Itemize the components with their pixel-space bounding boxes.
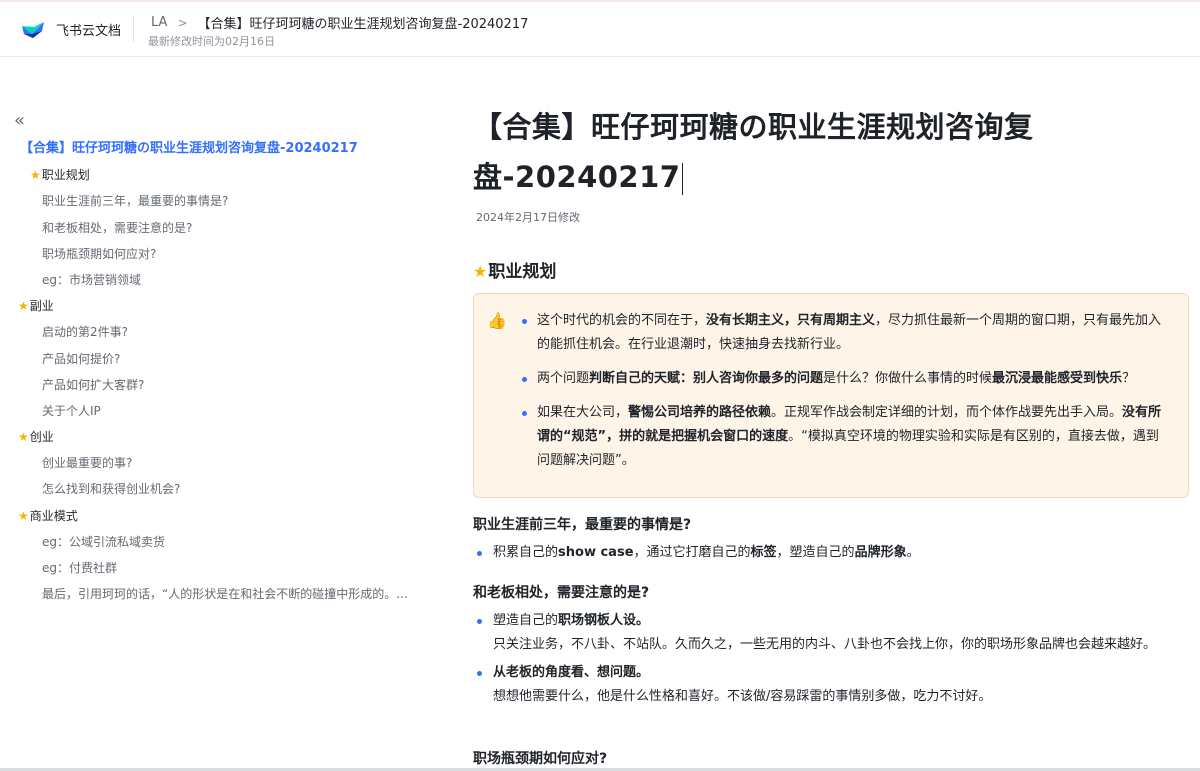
toc-item[interactable]: 创业最重要的事? bbox=[18, 454, 438, 480]
callout-bold-text: 没有长期主义，只有周期主义 bbox=[706, 313, 876, 328]
body-text: 塑造自己的 bbox=[493, 613, 559, 628]
chevron-right-icon: > bbox=[177, 15, 188, 30]
star-icon: ★ bbox=[18, 508, 29, 523]
section-subheading: 和老板相处，需要注意的是? bbox=[473, 585, 650, 601]
title-line-1: 【合集】旺仔珂珂糖の职业生涯规划咨询复 bbox=[473, 110, 1034, 144]
toc-item[interactable]: 关于个人IP bbox=[18, 402, 438, 428]
star-icon: ★ bbox=[18, 299, 29, 314]
header-divider bbox=[133, 16, 134, 42]
bold-text: 标签 bbox=[750, 545, 777, 560]
list-item-detail: 只关注业务，不八卦、不站队。久而久之，一些无用的内斗、八卦也不会找上你，你的职场… bbox=[493, 637, 1157, 652]
body-text: 。 bbox=[906, 545, 920, 560]
callout-text: ？ bbox=[1122, 371, 1136, 386]
section-first-three-years: 职业生涯前三年，最重要的事情是? 积累自己的show case，通过它打磨自己的… bbox=[473, 515, 1189, 569]
list-item: 从老板的角度看、想问题。想想他需要什么，他是什么性格和喜好。不该做/容易踩雷的事… bbox=[473, 661, 1189, 709]
toc-item-doc-title[interactable]: 【合集】旺仔珂珂糖の职业生涯规划咨询复盘-20240217 bbox=[18, 140, 438, 166]
toc-item-label: 创业 bbox=[29, 430, 54, 445]
toc-item-side-business[interactable]: ★副业 bbox=[18, 297, 438, 323]
star-icon: ★ bbox=[30, 168, 41, 183]
toc-item[interactable]: 产品如何提价? bbox=[18, 350, 438, 376]
text-cursor bbox=[682, 163, 684, 195]
toc-item[interactable]: 和老板相处，需要注意的是? bbox=[18, 219, 438, 245]
body-text: 。 bbox=[636, 665, 650, 680]
callout-text: 是什么？你做什么事情的时候 bbox=[823, 371, 993, 386]
callout-text: 如果在大公司， bbox=[537, 405, 629, 420]
section-heading-label: 职业规划 bbox=[488, 262, 557, 282]
toc-item[interactable]: 怎么找到和获得创业机会? bbox=[18, 480, 438, 506]
section-subheading: 职场瓶颈期如何应对? bbox=[473, 751, 608, 767]
toc-item[interactable]: 最后，引用珂珂的话，“人的形状是在和社会不断的碰撞中形成的。... bbox=[18, 585, 438, 611]
toc-item-startup[interactable]: ★创业 bbox=[18, 428, 438, 454]
bullet-list: 积累自己的show case，通过它打磨自己的标签，塑造自己的品牌形象。 bbox=[473, 541, 1189, 565]
toc-item-label: 商业模式 bbox=[29, 508, 78, 523]
toc-item-career-planning[interactable]: ★职业规划 bbox=[18, 166, 438, 192]
callout-text: 。正规军作战会制定详细的计划，而个体作战要先出手入局。 bbox=[771, 405, 1123, 420]
list-item: 积累自己的show case，通过它打磨自己的标签，塑造自己的品牌形象。 bbox=[473, 541, 1189, 565]
breadcrumb-current-doc[interactable]: 【合集】旺仔珂珂糖の职业生涯规划咨询复盘-20240217 bbox=[198, 13, 529, 32]
section-career-bottleneck: 职场瓶颈期如何应对? bbox=[473, 749, 1189, 769]
toc-item[interactable]: eg：公域引流私域卖货 bbox=[18, 533, 438, 559]
callout-bold-text: 最沉浸最能感受到快乐 bbox=[992, 371, 1123, 386]
bold-text: 品牌形象 bbox=[854, 545, 907, 560]
section-subheading: 职业生涯前三年，最重要的事情是? bbox=[473, 517, 692, 533]
section-working-with-boss: 和老板相处，需要注意的是? 塑造自己的职场钢板人设。 只关注业务，不八卦、不站队。… bbox=[473, 583, 1189, 713]
toc-item[interactable]: 启动的第2件事? bbox=[18, 323, 438, 349]
document-body: 【合集】旺仔珂珂糖の职业生涯规划咨询复 盘-20240217 2024年2月17… bbox=[473, 102, 1189, 767]
brand[interactable]: 飞书云文档 bbox=[20, 17, 121, 41]
last-modified-text: 最新修改时间为02月16日 bbox=[148, 35, 275, 48]
bullet-list: 塑造自己的职场钢板人设。 只关注业务，不八卦、不站队。久而久之，一些无用的内斗、八… bbox=[473, 609, 1189, 709]
callout-text: 两个问题 bbox=[537, 371, 590, 386]
feishu-logo-icon bbox=[22, 22, 44, 38]
callout-list: 这个时代的机会的不同在于，没有长期主义，只有周期主义，尽力抓住最新一个周期的窗口… bbox=[518, 309, 1168, 483]
toc-item[interactable]: eg：市场营销领域 bbox=[18, 271, 438, 297]
toc-item-business-model[interactable]: ★商业模式 bbox=[18, 507, 438, 533]
toc-item-label: 副业 bbox=[29, 299, 54, 314]
section-heading: ★职业规划 bbox=[473, 257, 556, 282]
callout-block: 👍 这个时代的机会的不同在于，没有长期主义，只有周期主义，尽力抓住最新一个周期的… bbox=[473, 293, 1189, 498]
callout-text: 这个时代的机会的不同在于， bbox=[537, 313, 707, 328]
table-of-contents: 【合集】旺仔珂珂糖の职业生涯规划咨询复盘-20240217 ★职业规划 职业生涯… bbox=[18, 140, 438, 611]
top-header: 飞书云文档 LA > 【合集】旺仔珂珂糖の职业生涯规划咨询复盘-20240217… bbox=[0, 0, 1200, 57]
body-text: ，通过它打磨自己的 bbox=[633, 545, 751, 560]
star-icon: ★ bbox=[18, 430, 29, 445]
title-line-2: 盘-20240217 bbox=[473, 160, 681, 194]
list-item: 这个时代的机会的不同在于，没有长期主义，只有周期主义，尽力抓住最新一个周期的窗口… bbox=[518, 309, 1168, 357]
body-text: 。 bbox=[636, 613, 650, 628]
brand-name: 飞书云文档 bbox=[56, 23, 122, 39]
bold-text: 从老板的角度看、想问题 bbox=[493, 665, 637, 680]
body-text: ，塑造自己的 bbox=[776, 545, 855, 560]
body-text: 积累自己的 bbox=[493, 545, 559, 560]
breadcrumb-root-link[interactable]: LA bbox=[151, 15, 167, 30]
list-item: 两个问题判断自己的天赋：别人咨询你最多的问题是什么？你做什么事情的时候最沉浸最能… bbox=[518, 367, 1168, 391]
star-icon: ★ bbox=[473, 262, 488, 281]
bold-text: show case bbox=[558, 545, 634, 560]
bold-text: 职场钢板人设 bbox=[558, 613, 637, 628]
header-accent-line bbox=[0, 0, 1200, 2]
toc-item-label: 职业规划 bbox=[41, 168, 90, 183]
list-item-detail: 想想他需要什么，他是什么性格和喜好。不该做/容易踩雷的事情别多做，吃力不讨好。 bbox=[493, 689, 992, 704]
toc-item[interactable]: eg：付费社群 bbox=[18, 559, 438, 585]
toc-item[interactable]: 职业生涯前三年，最重要的事情是? bbox=[18, 192, 438, 218]
callout-bold-text: 警惕公司培养的路径依赖 bbox=[628, 405, 772, 420]
callout-bold-text: 判断自己的天赋：别人咨询你最多的问题 bbox=[589, 371, 824, 386]
collapse-toc-icon[interactable]: « bbox=[14, 112, 32, 132]
list-item: 如果在大公司，警惕公司培养的路径依赖。正规军作战会制定详细的计划，而个体作战要先… bbox=[518, 401, 1168, 473]
page-title[interactable]: 【合集】旺仔珂珂糖の职业生涯规划咨询复 盘-20240217 bbox=[473, 102, 1189, 202]
doc-modified-date: 2024年2月17日修改 bbox=[476, 211, 580, 224]
thumbs-up-icon: 👍 bbox=[487, 311, 507, 330]
breadcrumb: LA > 【合集】旺仔珂珂糖の职业生涯规划咨询复盘-20240217 bbox=[151, 13, 528, 32]
toc-item[interactable]: 职场瓶颈期如何应对? bbox=[18, 245, 438, 271]
list-item: 塑造自己的职场钢板人设。只关注业务，不八卦、不站队。久而久之，一些无用的内斗、八… bbox=[473, 609, 1189, 657]
toc-item[interactable]: 产品如何扩大客群? bbox=[18, 376, 438, 402]
